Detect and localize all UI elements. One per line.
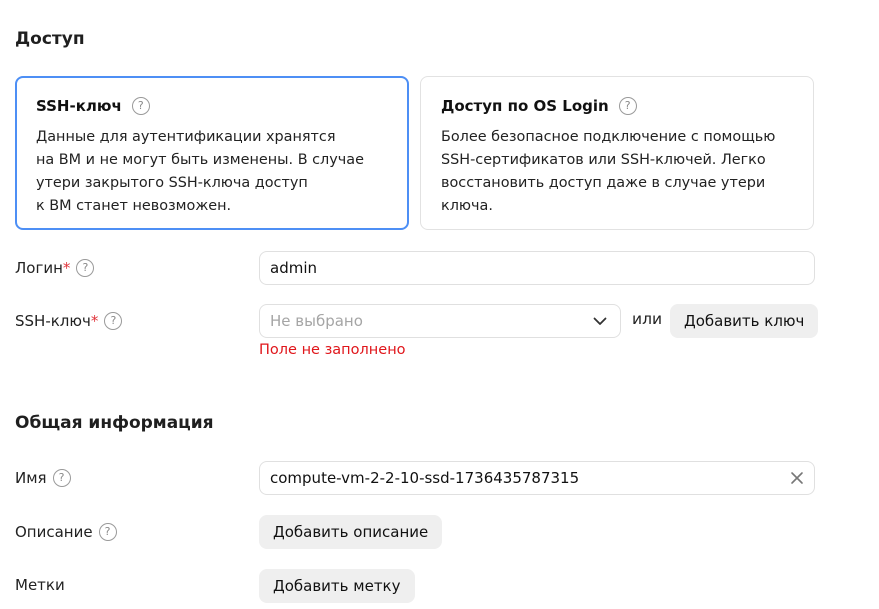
help-icon[interactable]: ?	[618, 97, 637, 115]
general-section-title: Общая информация	[15, 413, 214, 433]
card-description: Более безопасное подключение с помощью S…	[441, 129, 776, 214]
ssh-key-label: SSH-ключ * ?	[15, 310, 123, 332]
help-icon[interactable]: ?	[104, 312, 123, 330]
labels-label-text: Метки	[15, 576, 65, 594]
description-label: Описание ?	[15, 521, 117, 543]
login-label: Логин * ?	[15, 257, 95, 279]
name-input[interactable]: compute-vm-2-2-10-ssd-1736435787315	[259, 461, 815, 495]
labels-label: Метки	[15, 574, 65, 596]
card-title: Доступ по OS Login	[441, 97, 609, 115]
description-label-text: Описание	[15, 523, 93, 541]
name-input-value: compute-vm-2-2-10-ssd-1736435787315	[270, 469, 580, 487]
login-label-text: Логин	[15, 259, 63, 277]
login-input-value: admin	[270, 259, 317, 277]
card-description: Данные для аутентификации хранятся на ВМ…	[36, 129, 364, 214]
ssh-key-placeholder: Не выбрано	[270, 312, 363, 330]
ssh-key-label-text: SSH-ключ	[15, 312, 91, 330]
vm-create-form: Доступ SSH-ключ ? Данные для аутентифика…	[0, 0, 879, 609]
help-icon[interactable]: ?	[131, 97, 150, 115]
ssh-key-error: Поле не заполнено	[259, 342, 406, 358]
close-icon[interactable]	[790, 471, 804, 485]
card-title: SSH-ключ	[36, 97, 122, 115]
chevron-down-icon	[593, 317, 607, 325]
help-icon[interactable]: ?	[98, 523, 117, 541]
add-label-button[interactable]: Добавить метку	[259, 569, 415, 603]
add-description-button[interactable]: Добавить описание	[259, 515, 443, 549]
required-mark: *	[62, 259, 71, 277]
name-label: Имя ?	[15, 467, 71, 489]
access-card-os-login[interactable]: Доступ по OS Login ? Более безопасное по…	[420, 76, 814, 230]
help-icon[interactable]: ?	[76, 259, 95, 277]
required-mark: *	[90, 312, 99, 330]
access-section-title: Доступ	[15, 29, 85, 49]
add-key-button[interactable]: Добавить ключ	[670, 304, 819, 338]
access-card-ssh-key[interactable]: SSH-ключ ? Данные для аутентификации хра…	[15, 76, 409, 230]
ssh-key-select[interactable]: Не выбрано	[259, 304, 621, 338]
help-icon[interactable]: ?	[52, 469, 71, 487]
name-label-text: Имя	[15, 469, 47, 487]
or-text: или	[632, 310, 663, 328]
login-input[interactable]: admin	[259, 251, 815, 285]
